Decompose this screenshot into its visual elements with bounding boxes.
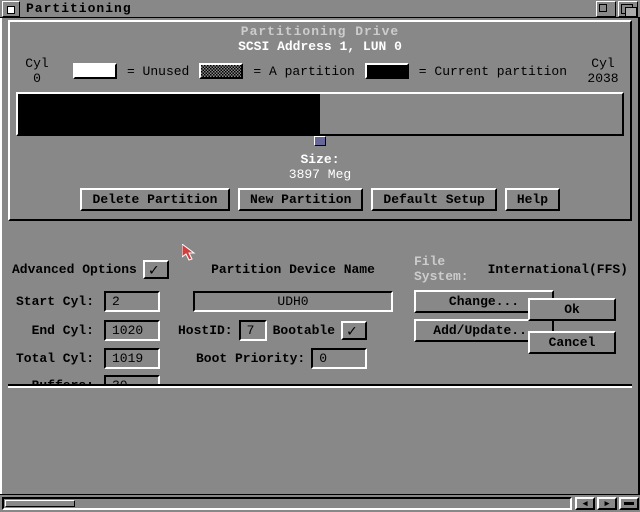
hostid-input[interactable] — [247, 323, 259, 338]
depth-gadget[interactable] — [618, 1, 638, 17]
advanced-options-checkbox[interactable] — [143, 260, 169, 279]
hostid-label: HostID: — [178, 323, 233, 338]
end-cyl-input[interactable] — [112, 323, 152, 338]
size-gadget[interactable] — [619, 497, 639, 510]
advanced-options-label: Advanced Options — [12, 262, 137, 277]
horiz-scroll-thumb[interactable] — [5, 500, 75, 507]
device-name-input[interactable] — [201, 294, 385, 309]
cylinder-row: Cyl 0 = Unused = A partition = Current p… — [10, 56, 630, 88]
panel-heading: Partitioning Drive — [10, 22, 630, 39]
client-area: Partitioning Drive SCSI Address 1, LUN 0… — [0, 18, 640, 494]
legend-current: = Current partition — [419, 64, 567, 79]
partition-bar-other — [320, 94, 622, 134]
size-value: 3897 Meg — [10, 167, 630, 182]
cancel-button[interactable]: Cancel — [528, 331, 616, 354]
start-cyl-input[interactable] — [112, 294, 152, 309]
cyl-right-label: Cyl — [591, 56, 614, 71]
slider-knob[interactable] — [314, 136, 326, 146]
bootable-label: Bootable — [273, 323, 335, 338]
file-system-value: International(FFS) — [488, 262, 628, 277]
bootable-checkbox[interactable] — [341, 321, 367, 340]
empty-area — [4, 388, 636, 494]
total-cyl-input[interactable] — [112, 351, 152, 366]
swatch-current — [365, 63, 409, 79]
legend-partition: = A partition — [253, 64, 354, 79]
new-partition-button[interactable]: New Partition — [238, 188, 363, 211]
panel-subheading: SCSI Address 1, LUN 0 — [10, 39, 630, 56]
size-label: Size: — [10, 152, 630, 167]
bottom-scrollbar: ◂ ▸ — [0, 494, 640, 512]
boot-priority-input[interactable] — [319, 351, 359, 366]
scroll-right-button[interactable]: ▸ — [597, 497, 617, 510]
start-cyl-label: Start Cyl: — [12, 294, 98, 309]
horiz-scroll-track[interactable] — [2, 497, 572, 510]
swatch-partition — [199, 63, 243, 79]
scroll-left-button[interactable]: ◂ — [575, 497, 595, 510]
cyl-left-value: 0 — [33, 71, 41, 86]
cyl-right-value: 2038 — [587, 71, 618, 86]
boot-priority-label: Boot Priority: — [196, 351, 305, 366]
swatch-unused — [73, 63, 117, 79]
end-cyl-label: End Cyl: — [12, 323, 98, 338]
cyl-left-label: Cyl — [25, 56, 48, 71]
ok-button[interactable]: Ok — [528, 298, 616, 321]
partition-slider[interactable] — [16, 136, 624, 148]
legend: = Unused = A partition = Current partiti… — [58, 63, 582, 79]
file-system-label: File System: — [414, 254, 482, 284]
partition-device-name-label: Partition Device Name — [211, 262, 375, 277]
zoom-gadget[interactable] — [596, 1, 616, 17]
partition-bar-wrap — [16, 92, 624, 148]
total-cyl-label: Total Cyl: — [12, 351, 98, 366]
titlebar: Partitioning — [0, 0, 640, 18]
partition-bar[interactable] — [16, 92, 624, 136]
partition-panel: Partitioning Drive SCSI Address 1, LUN 0… — [8, 20, 632, 221]
close-gadget[interactable] — [2, 1, 20, 17]
help-button[interactable]: Help — [505, 188, 560, 211]
default-setup-button[interactable]: Default Setup — [371, 188, 496, 211]
form-area: Advanced Options Partition Device Name F… — [8, 250, 632, 406]
delete-partition-button[interactable]: Delete Partition — [80, 188, 230, 211]
partition-bar-current — [18, 94, 320, 134]
legend-unused: = Unused — [127, 64, 189, 79]
window-title: Partitioning — [22, 1, 596, 16]
main-button-row: Delete Partition New Partition Default S… — [10, 182, 630, 219]
